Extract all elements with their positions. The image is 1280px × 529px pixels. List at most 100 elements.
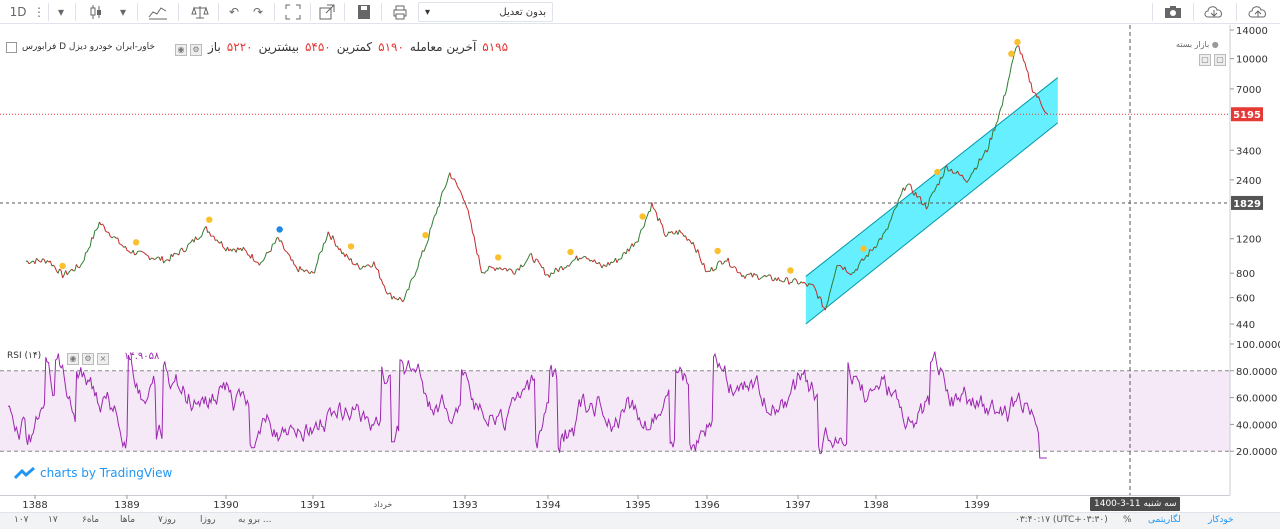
range-button[interactable]: روزا [200, 515, 216, 525]
event-marker [860, 245, 867, 252]
rsi-tick-label: 100.0000 [1236, 340, 1280, 351]
price-segment [77, 266, 80, 269]
event-marker [787, 267, 794, 274]
price-segment [940, 177, 943, 179]
eye-icon[interactable]: ◉ [175, 44, 187, 56]
price-segment [247, 254, 250, 256]
price-background [0, 25, 1280, 338]
more-vertical-icon[interactable]: ⋮ [33, 2, 45, 22]
cloud-download-icon[interactable] [1200, 2, 1228, 22]
camera-icon[interactable] [1160, 2, 1186, 22]
price-segment [126, 249, 129, 252]
status-dot-icon: ● [1211, 40, 1219, 49]
percent-scale-toggle[interactable]: % [1123, 515, 1132, 525]
goto-date-button[interactable]: برو به ... [238, 515, 271, 525]
tradingview-logo-icon [14, 466, 35, 480]
event-marker [1014, 38, 1021, 46]
time-axis[interactable]: 1388 1389 1390 1391 1393 1394 1395 1396 1397 1398… [0, 495, 1280, 512]
collapse-legend-checkbox[interactable] [6, 42, 17, 53]
price-segment [772, 279, 774, 282]
y-tick-label: 2400 [1236, 176, 1261, 187]
pane-maximize-icon[interactable]: ▢ [1199, 54, 1211, 66]
event-marker [639, 213, 646, 220]
market-status-text: بازار بسته [1176, 40, 1210, 49]
popout-icon[interactable] [316, 2, 338, 22]
eye-icon[interactable]: ◉ [67, 353, 79, 365]
log-scale-toggle[interactable]: لگاریتمی [1148, 515, 1181, 525]
low-value: ۵۱۹۰ [378, 40, 404, 54]
x-tick-label: 1389 [114, 500, 139, 511]
y-tick-label: 600 [1236, 294, 1255, 305]
price-segment [595, 262, 598, 265]
rsi-tick-label: 40.0000 [1236, 420, 1277, 431]
event-marker [714, 247, 721, 255]
auto-scale-toggle[interactable]: خودکار [1208, 515, 1234, 525]
symbol-title: فرابورس D خاور-ایران خودرو دیزل [22, 42, 155, 52]
adjustment-select-value: بدون تعدیل [499, 6, 546, 18]
event-marker [495, 254, 502, 261]
high-label: بیشترین [258, 40, 299, 54]
print-icon[interactable] [389, 2, 411, 22]
price-line-label: 1829 [1233, 199, 1261, 210]
x-tick-label: 1391 [300, 500, 325, 511]
y-tick-label: 14000 [1236, 26, 1268, 37]
event-marker [206, 216, 213, 223]
price-segment [266, 251, 269, 254]
redo-icon[interactable]: ↷ [248, 2, 268, 22]
x-tick-label: 1393 [452, 500, 477, 511]
rsi-tick-label: 60.0000 [1236, 394, 1277, 405]
settings-gear-icon[interactable]: ⚙ [82, 353, 94, 365]
price-segment [119, 243, 122, 245]
cloud-upload-icon[interactable] [1244, 2, 1272, 22]
rsi-chart[interactable]: 100.0000 80.0000 60.0000 40.0000 20.0000 [0, 339, 1280, 495]
indicators-icon[interactable] [146, 2, 170, 22]
open-value: ۵۲۲۰ [226, 40, 253, 54]
last-label: آخرین معامله [409, 40, 477, 54]
interval-button[interactable]: 1D [6, 2, 30, 22]
adjustment-select[interactable]: ▾ بدون تعدیل [418, 2, 553, 22]
undo-icon[interactable]: ↶ [224, 2, 244, 22]
chevron-down-icon[interactable]: ▾ [52, 2, 70, 22]
range-button[interactable]: ۱۷ [48, 515, 58, 525]
event-marker [276, 226, 283, 233]
range-button[interactable]: ۱۰۷ [14, 515, 29, 525]
range-button[interactable]: ماها [120, 515, 135, 525]
event-marker [422, 231, 429, 239]
settings-gear-icon[interactable]: ⚙ [190, 44, 202, 56]
close-icon[interactable]: × [97, 353, 109, 365]
price-segment [610, 261, 613, 264]
rsi-tick-label: 20.0000 [1236, 447, 1277, 458]
pane-minimize-icon[interactable]: ▢ [1214, 54, 1226, 66]
y-tick-label: 7000 [1236, 85, 1261, 96]
range-button[interactable]: ۷روز [158, 515, 176, 525]
x-tick-label: 1398 [863, 500, 888, 511]
price-segment [39, 260, 42, 263]
event-marker [1008, 50, 1015, 57]
y-tick-label: 1200 [1236, 235, 1261, 246]
event-marker [934, 168, 941, 176]
chevron-down-icon[interactable]: ▾ [116, 2, 130, 22]
price-segment [451, 177, 454, 180]
event-marker [132, 239, 140, 246]
bottom-bar: ۱۰۷ ۱۷ ۶ماه ماها ۷روز روزا برو به ... ۰۳… [0, 512, 1280, 529]
price-segment [725, 260, 727, 262]
y-tick-label: 440 [1236, 320, 1255, 331]
price-segment [42, 258, 45, 260]
ohlc-legend: ۵۲۲۰ باز ۵۴۵۰ بیشترین ۵۱۹۰ کمترین ۵۱۹۵ آ… [208, 40, 508, 54]
chevron-down-icon: ▾ [425, 6, 431, 18]
x-tick-label: 1399 [964, 500, 989, 511]
save-icon[interactable] [354, 2, 374, 22]
range-button[interactable]: ۶ماه [82, 515, 99, 525]
price-segment [604, 265, 607, 268]
fullscreen-icon[interactable] [282, 2, 304, 22]
rsi-tick-label: 80.0000 [1236, 367, 1277, 378]
price-segment [706, 270, 709, 273]
compare-scale-icon[interactable] [188, 2, 212, 22]
price-segment [1029, 81, 1032, 84]
x-tick-label: 1397 [785, 500, 810, 511]
y-tick-label: 800 [1236, 269, 1255, 280]
price-chart[interactable]: 5195 1829 14000 10000 7000 3400 2400 1200 800 600… [0, 25, 1280, 338]
candle-style-icon[interactable] [86, 2, 106, 22]
tradingview-watermark[interactable]: charts by TradingView [14, 466, 172, 480]
price-segment [94, 229, 97, 232]
